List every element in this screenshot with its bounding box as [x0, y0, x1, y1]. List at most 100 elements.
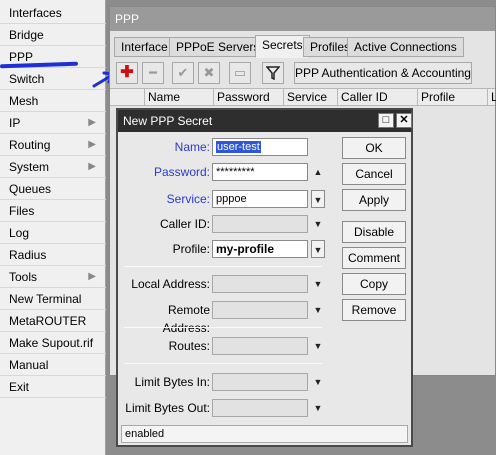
tab-pppoe-servers[interactable]: PPPoE Servers [169, 37, 267, 57]
password-label-wrap: Password: [118, 163, 210, 181]
menu-item-label: Queues [9, 182, 52, 196]
menu-item-mesh[interactable]: Mesh [0, 90, 106, 112]
password-field[interactable]: ********* [212, 163, 308, 181]
menu-item-label: Routing [9, 138, 51, 152]
menu-item-interfaces[interactable]: Interfaces [0, 2, 106, 24]
name-field[interactable]: user-test [212, 138, 308, 156]
routes-field[interactable] [212, 337, 308, 355]
separator [124, 266, 322, 267]
menu-item-manual[interactable]: Manual [0, 354, 106, 376]
disable-button[interactable]: Disable [342, 221, 406, 243]
local-address-label: Local Address: [131, 277, 210, 291]
profile-select[interactable]: my-profile [212, 240, 308, 258]
comment-button[interactable]: ▭ [229, 62, 251, 84]
column-header-password[interactable]: Password [213, 89, 283, 106]
service-label-wrap: Service: [118, 190, 210, 208]
limit-bytes-in-field[interactable] [212, 373, 308, 391]
menu-item-metarouter[interactable]: MetaROUTER [0, 310, 106, 332]
ok-button[interactable]: OK [342, 137, 406, 159]
menu-item-routing[interactable]: Routing ▶ [0, 134, 106, 156]
limit-bytes-out-label-wrap: Limit Bytes Out: [118, 399, 210, 417]
remote-address-label-wrap: Remote Address: [118, 301, 210, 335]
column-header-name[interactable]: Name [144, 89, 213, 106]
status-bar: enabled [121, 425, 408, 443]
menu-item-label: PPP [9, 50, 34, 64]
menu-item-queues[interactable]: Queues [0, 178, 106, 200]
submenu-arrow-icon: ▶ [88, 117, 96, 128]
cancel-button[interactable]: Cancel [342, 163, 406, 185]
comment-button[interactable]: Comment [342, 247, 406, 269]
menu-item-log[interactable]: Log [0, 222, 106, 244]
separator [124, 327, 322, 328]
menu-item-label: Exit [9, 380, 30, 394]
submenu-arrow-icon: ▶ [88, 139, 96, 150]
caller-id-field[interactable] [212, 215, 308, 233]
password-label: Password: [153, 165, 210, 179]
menu-item-label: Manual [9, 358, 49, 372]
menu-item-system[interactable]: System ▶ [0, 156, 106, 178]
copy-button[interactable]: Copy [342, 273, 406, 295]
main-menu: Interfaces Bridge PPP Switch Mesh IP ▶ Ro… [0, 0, 106, 455]
enable-icon: ✔ [177, 65, 189, 80]
menu-item-label: Log [9, 226, 30, 240]
menu-item-label: Radius [9, 248, 47, 262]
caller-id-dropdown-icon[interactable]: ▼ [311, 215, 325, 233]
menu-item-tools[interactable]: Tools ▶ [0, 266, 106, 288]
profile-dropdown-icon[interactable]: ▼ [311, 240, 325, 258]
profile-label: Profile: [172, 242, 210, 256]
menu-item-new-terminal[interactable]: New Terminal [0, 288, 106, 310]
password-hide-toggle-icon[interactable]: ▲ [311, 163, 325, 181]
submenu-arrow-icon: ▶ [88, 271, 96, 282]
local-address-dropdown-icon[interactable]: ▼ [311, 275, 325, 293]
disable-button[interactable]: ✖ [198, 62, 220, 84]
menu-item-make-supout[interactable]: Make Supout.rif [0, 332, 106, 354]
close-button[interactable]: ✕ [396, 113, 412, 128]
remote-address-field[interactable] [212, 301, 308, 319]
routes-dropdown-icon[interactable]: ▼ [311, 337, 325, 355]
service-label: Service: [166, 192, 210, 206]
menu-item-exit[interactable]: Exit [0, 376, 106, 398]
secrets-table-header: Name Password Service Caller ID Profile … [110, 88, 496, 106]
add-button[interactable]: ✚ [116, 62, 138, 84]
routes-label-wrap: Routes: [118, 337, 210, 355]
filter-button[interactable] [262, 62, 284, 84]
column-header-local-address[interactable]: L [487, 89, 496, 106]
add-icon: ✚ [120, 64, 134, 81]
name-label-wrap: Name: [118, 138, 210, 156]
menu-item-label: Mesh [9, 94, 39, 108]
limit-bytes-out-field[interactable] [212, 399, 308, 417]
column-header-service[interactable]: Service [283, 89, 337, 106]
tab-interface[interactable]: Interface [114, 37, 175, 57]
separator [124, 363, 322, 364]
ppp-auth-accounting-button[interactable]: PPP Authentication & Accounting [294, 62, 472, 84]
menu-item-ip[interactable]: IP ▶ [0, 112, 106, 134]
tab-secrets[interactable]: Secrets [255, 35, 310, 58]
local-address-field[interactable] [212, 275, 308, 293]
limit-bytes-in-dropdown-icon[interactable]: ▼ [311, 373, 325, 391]
menu-item-files[interactable]: Files [0, 200, 106, 222]
caller-id-label: Caller ID: [159, 217, 210, 231]
limit-bytes-out-dropdown-icon[interactable]: ▼ [311, 399, 325, 417]
remove-button[interactable]: ━ [142, 62, 164, 84]
menu-item-switch[interactable]: Switch [0, 68, 106, 90]
apply-button[interactable]: Apply [342, 189, 406, 211]
column-header-caller-id[interactable]: Caller ID [337, 89, 417, 106]
enable-button[interactable]: ✔ [172, 62, 194, 84]
service-select[interactable]: pppoe [212, 190, 308, 208]
remove-button[interactable]: Remove [342, 299, 406, 321]
menu-item-bridge[interactable]: Bridge [0, 24, 106, 46]
tab-active-connections[interactable]: Active Connections [347, 37, 464, 57]
restore-button[interactable]: □ [378, 113, 394, 128]
remote-address-dropdown-icon[interactable]: ▼ [311, 301, 325, 319]
menu-item-label: Tools [9, 270, 38, 284]
disable-icon: ✖ [203, 65, 215, 80]
limit-bytes-in-label: Limit Bytes In: [134, 375, 210, 389]
column-header-profile[interactable]: Profile [417, 89, 487, 106]
limit-bytes-in-label-wrap: Limit Bytes In: [118, 373, 210, 391]
caller-id-label-wrap: Caller ID: [118, 215, 210, 233]
name-label: Name: [174, 140, 210, 154]
menu-item-label: Make Supout.rif [9, 336, 94, 350]
menu-item-radius[interactable]: Radius [0, 244, 106, 266]
service-dropdown-icon[interactable]: ▼ [311, 190, 325, 208]
filter-icon [265, 66, 281, 81]
